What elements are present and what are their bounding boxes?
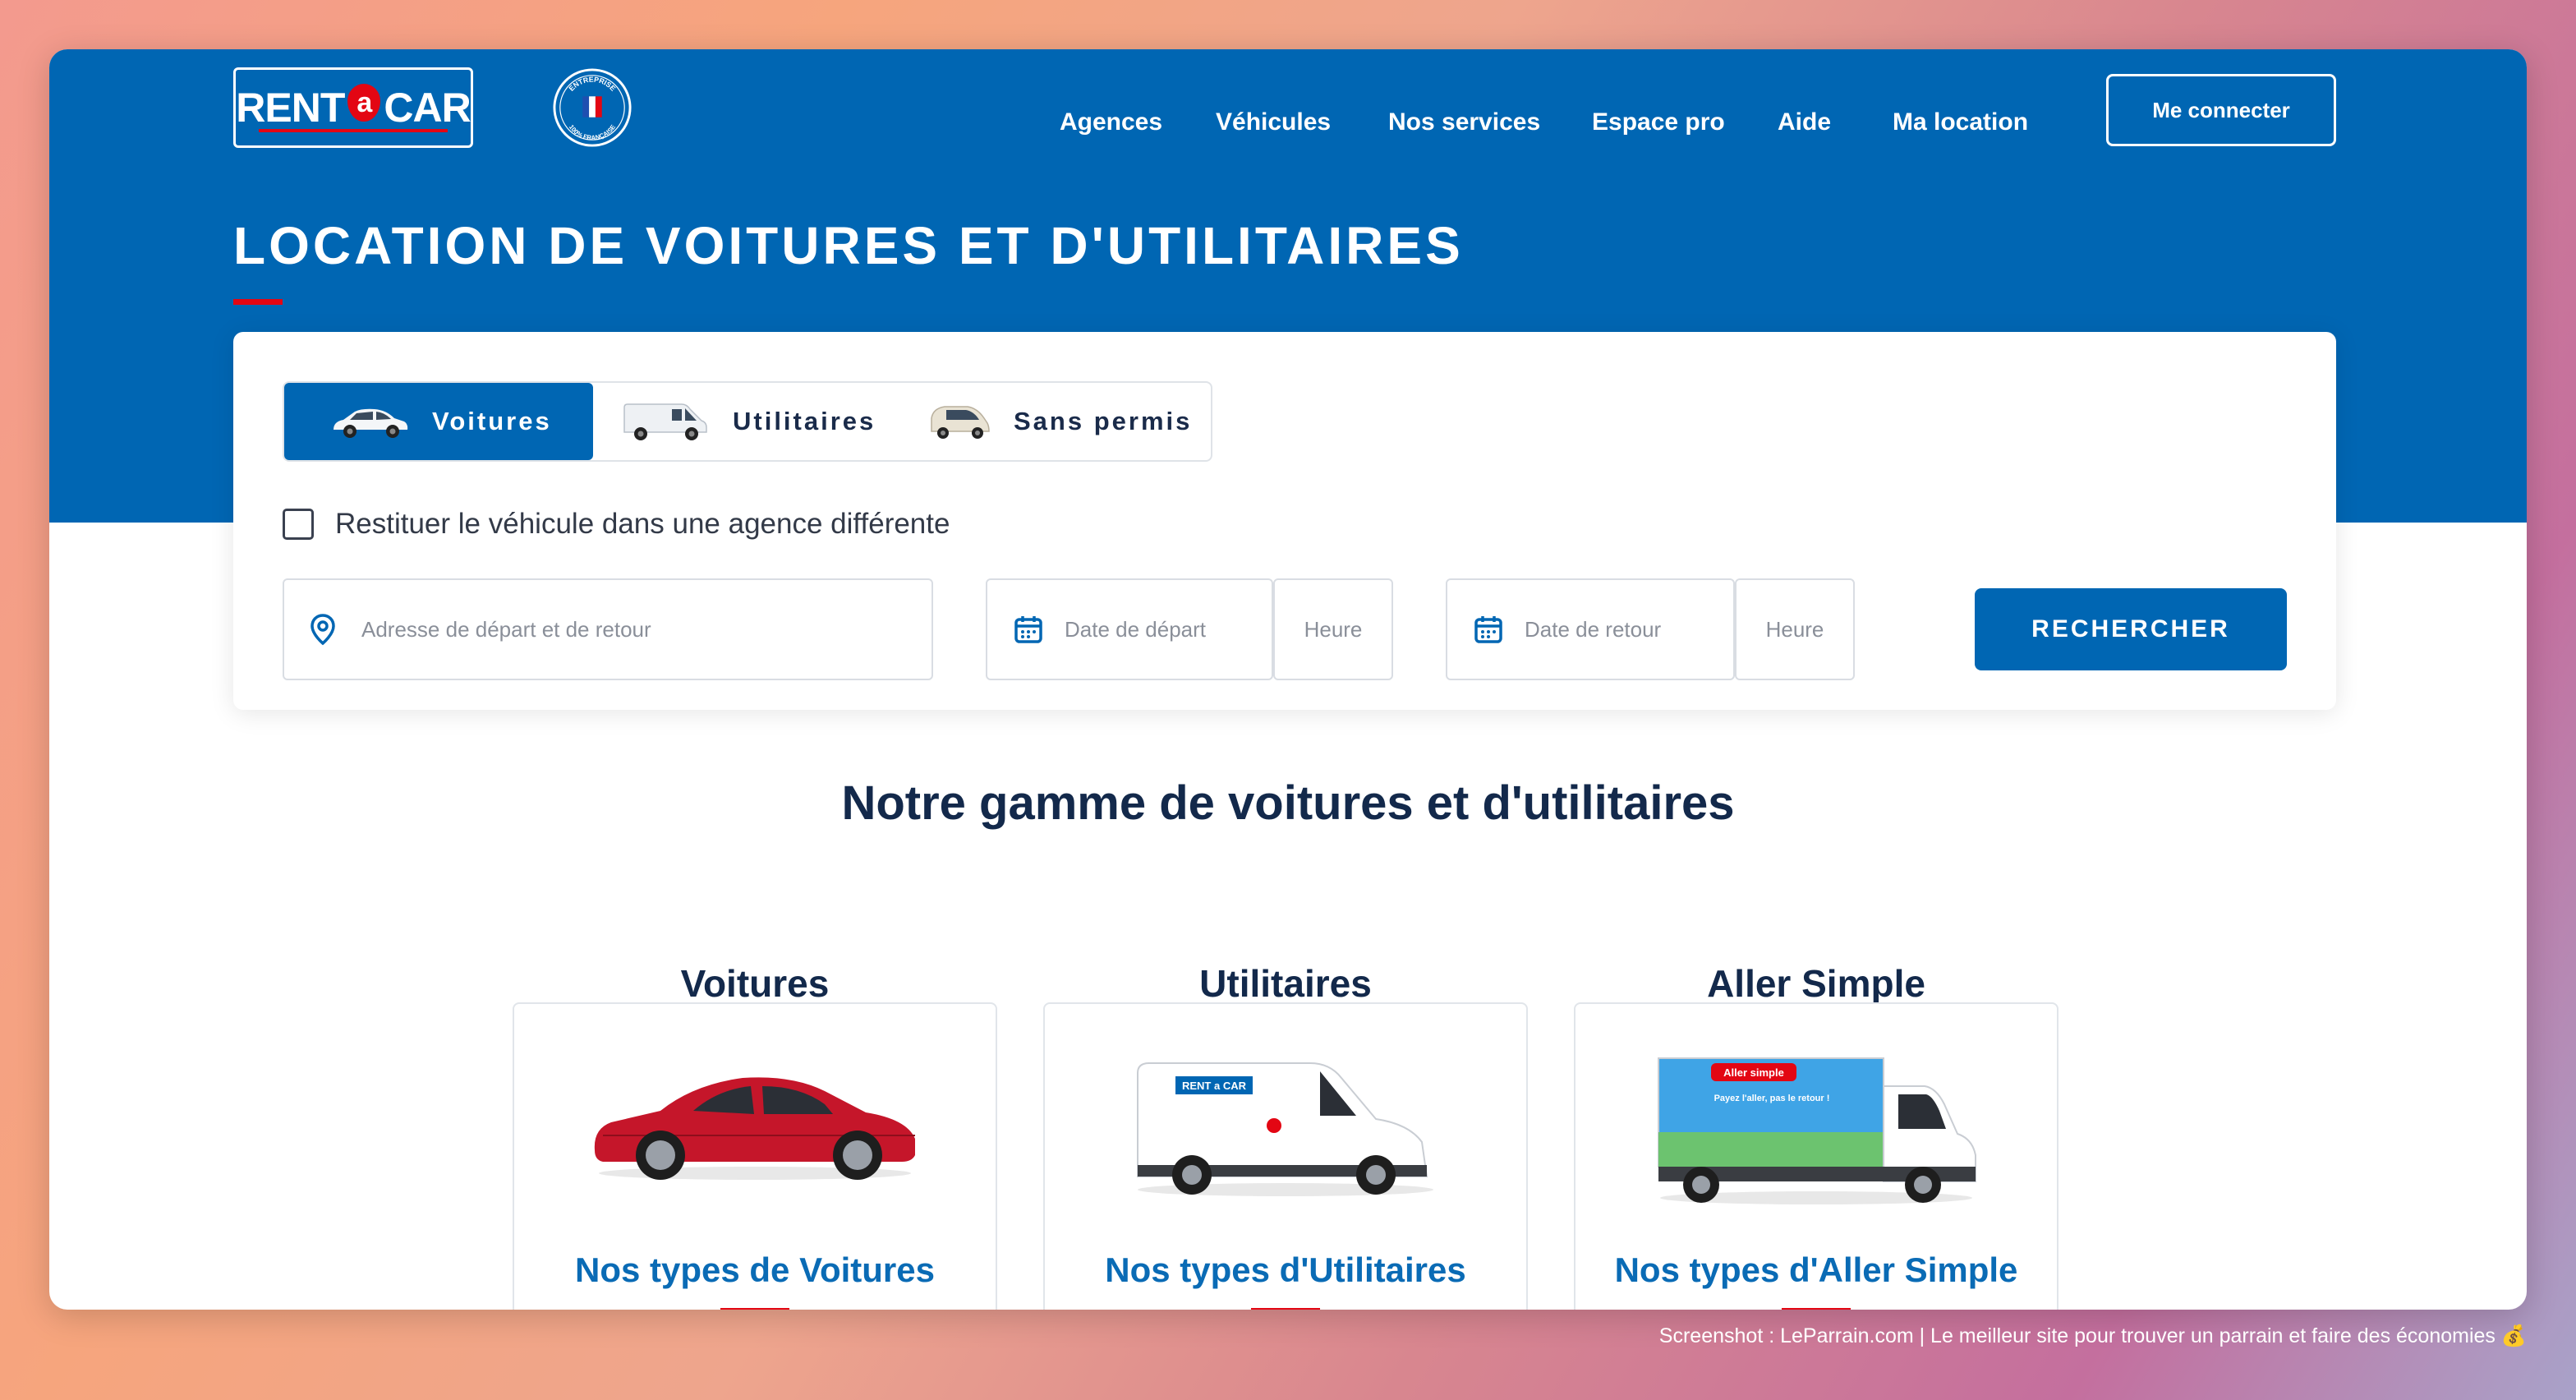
departure-datetime-field: Date de départ	[986, 578, 1273, 680]
departure-time-input[interactable]: Heure	[1273, 578, 1393, 680]
red-car-image	[594, 1077, 915, 1180]
screenshot-caption: Screenshot : LeParrain.com | Le meilleur…	[1658, 1324, 2527, 1347]
range-title-utilitaires: Utilitaires	[1199, 962, 1372, 1005]
browser-window: RENT a CAR ENTREPRISE 100% FRANÇAISE Age…	[49, 49, 2527, 1310]
nav-nos-services[interactable]: Nos services	[1388, 108, 1540, 136]
departure-date-input[interactable]: Date de départ	[987, 580, 1275, 679]
search-form-card: Voitures Utilitaires Sans permis Restitu…	[233, 332, 2336, 710]
vehicle-type-tabs: Voitures Utilitaires Sans permis	[283, 381, 1212, 462]
address-field[interactable]: Adresse de départ et de retour	[283, 578, 933, 680]
card-accent-bar	[720, 1308, 789, 1310]
address-placeholder: Adresse de départ et de retour	[361, 616, 651, 642]
nav-espace-pro[interactable]: Espace pro	[1592, 108, 1725, 136]
return-time-placeholder: Heure	[1765, 616, 1824, 642]
page-title: LOCATION DE VOITURES ET D'UTILITAIRES	[233, 216, 1464, 275]
nav-vehicules[interactable]: Véhicules	[1216, 108, 1331, 136]
different-agency-checkbox[interactable]	[283, 509, 314, 540]
range-section-title: Notre gamme de voitures et d'utilitaires	[841, 776, 1735, 830]
nav-agences[interactable]: Agences	[1060, 108, 1162, 136]
nav-aide[interactable]: Aide	[1778, 108, 1831, 136]
range-card-utilitaires[interactable]: RENT a CAR Nos types d'Utilitaires	[1043, 1002, 1528, 1310]
return-date-input[interactable]: Date de retour	[1447, 580, 1736, 679]
calendar-icon	[1014, 616, 1042, 643]
login-button[interactable]: Me connecter	[2106, 74, 2336, 146]
title-accent-bar	[233, 299, 283, 305]
range-title-aller-simple: Aller Simple	[1707, 962, 1925, 1005]
nav-ma-location[interactable]: Ma location	[1893, 108, 2028, 136]
departure-date-placeholder: Date de départ	[1065, 616, 1207, 642]
tab-voitures[interactable]: Voitures	[284, 383, 593, 460]
different-agency-option: Restituer le véhicule dans une agence di…	[283, 508, 950, 541]
location-pin-icon	[310, 614, 335, 646]
white-van-image: RENT a CAR	[1137, 1062, 1433, 1196]
van-icon	[623, 403, 707, 440]
departure-time-placeholder: Heure	[1304, 616, 1363, 642]
range-title-voitures: Voitures	[680, 962, 830, 1005]
tab-utilitaires-label: Utilitaires	[733, 407, 876, 435]
calendar-icon	[1474, 616, 1502, 643]
truck-slogan-text: Payez l'aller, pas le retour !	[1714, 1094, 1830, 1103]
return-datetime-field: Date de retour	[1446, 578, 1735, 680]
return-time-input[interactable]: Heure	[1735, 578, 1855, 680]
search-button[interactable]: RECHERCHER	[1975, 588, 2287, 670]
range-link-voitures[interactable]: Nos types de Voitures	[514, 1250, 996, 1290]
different-agency-label: Restituer le véhicule dans une agence di…	[335, 508, 950, 540]
truck-banner-text: Aller simple	[1723, 1066, 1784, 1079]
card-accent-bar	[1251, 1308, 1320, 1310]
box-truck-image: Aller simple Payez l'aller, pas le retou…	[1658, 1057, 1976, 1204]
tab-utilitaires[interactable]: Utilitaires	[593, 383, 902, 460]
range-link-aller-simple[interactable]: Nos types d'Aller Simple	[1576, 1250, 2057, 1290]
tab-sans-permis[interactable]: Sans permis	[902, 383, 1211, 460]
range-card-aller-simple[interactable]: Aller simple Payez l'aller, pas le retou…	[1574, 1002, 2058, 1310]
car-icon	[334, 408, 408, 438]
svg-text:ENTREPRISE: ENTREPRISE	[568, 76, 618, 93]
tab-sans-permis-label: Sans permis	[1014, 407, 1193, 435]
tab-voitures-label: Voitures	[432, 407, 552, 435]
van-logo-text: RENT a CAR	[1182, 1080, 1247, 1092]
microcar-icon	[931, 406, 990, 439]
range-card-voitures[interactable]: Nos types de Voitures	[513, 1002, 997, 1310]
card-accent-bar	[1782, 1308, 1851, 1310]
range-link-utilitaires[interactable]: Nos types d'Utilitaires	[1045, 1250, 1526, 1290]
return-date-placeholder: Date de retour	[1525, 616, 1662, 642]
